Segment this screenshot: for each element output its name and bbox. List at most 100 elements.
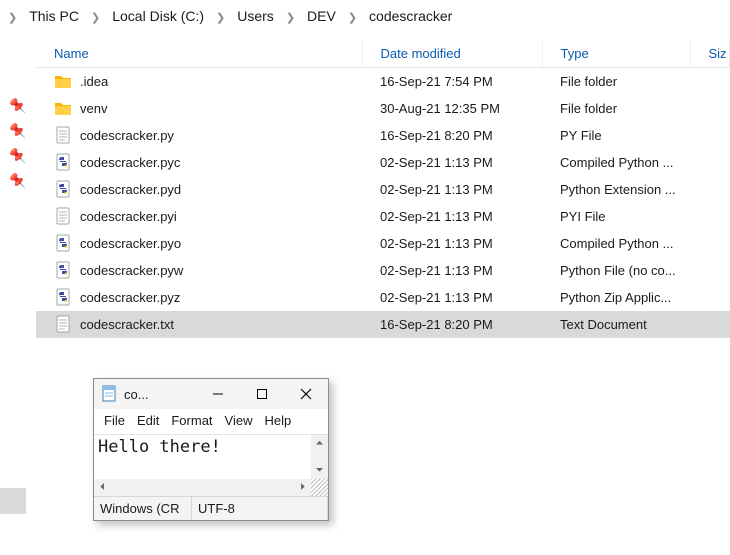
breadcrumb-item[interactable]: DEV [303, 6, 340, 26]
column-header-type[interactable]: Type [542, 40, 690, 68]
pin-icon: 📌 [10, 153, 27, 165]
file-row[interactable]: .idea16-Sep-21 7:54 PMFile folder [36, 68, 730, 95]
column-header-size[interactable]: Siz [690, 40, 730, 68]
file-date: 02-Sep-21 1:13 PM [362, 149, 542, 176]
chevron-right-icon: ❯ [282, 11, 299, 24]
py-icon [54, 261, 72, 279]
file-type: Compiled Python ... [542, 149, 690, 176]
file-type: Python File (no co... [542, 257, 690, 284]
menu-edit[interactable]: Edit [133, 411, 163, 430]
breadcrumb-item[interactable]: Local Disk (C:) [108, 6, 208, 26]
file-name: codescracker.pyd [80, 182, 181, 197]
scroll-right-icon[interactable]: ⏵ [294, 479, 311, 496]
file-name: codescracker.pyw [80, 263, 183, 278]
notepad-menubar: File Edit Format View Help [94, 409, 328, 435]
close-button[interactable] [284, 379, 328, 409]
quick-access-strip: 📌 📌 📌 📌 [0, 92, 36, 200]
file-date: 16-Sep-21 8:20 PM [362, 311, 542, 338]
file-name: codescracker.pyc [80, 155, 180, 170]
file-row[interactable]: venv 30-Aug-21 12:35 PMFile folder [36, 95, 730, 122]
folder-icon [54, 99, 72, 117]
scrollbar-horizontal[interactable]: ⏴ ⏵ [94, 479, 311, 496]
file-size [690, 230, 730, 257]
file-size [690, 203, 730, 230]
doc-icon [54, 207, 72, 225]
file-date: 02-Sep-21 1:13 PM [362, 257, 542, 284]
file-row[interactable]: codescracker.py16-Sep-21 8:20 PMPY File [36, 122, 730, 149]
sort-caret-icon: ⌃ [195, 40, 203, 47]
file-date: 02-Sep-21 1:13 PM [362, 203, 542, 230]
file-size [690, 311, 730, 338]
scroll-down-icon[interactable]: ⏷ [311, 462, 328, 479]
chevron-right-icon: ❯ [344, 11, 361, 24]
scroll-up-icon[interactable]: ⏶ [311, 435, 328, 452]
file-type: PYI File [542, 203, 690, 230]
pin-icon: 📌 [10, 103, 27, 115]
breadcrumb-item[interactable]: Users [233, 6, 278, 26]
file-name: codescracker.pyo [80, 236, 181, 251]
scroll-left-icon[interactable]: ⏴ [94, 479, 111, 496]
py-icon [54, 288, 72, 306]
menu-view[interactable]: View [221, 411, 257, 430]
pin-icon: 📌 [10, 128, 27, 140]
doc-icon [54, 126, 72, 144]
file-row[interactable]: codescracker.pyd 02-Sep-21 1:13 PMPython … [36, 176, 730, 203]
file-type: Python Extension ... [542, 176, 690, 203]
notepad-icon [100, 385, 118, 403]
file-name: venv [80, 101, 107, 116]
file-type: Python Zip Applic... [542, 284, 690, 311]
file-row[interactable]: codescracker.pyc 02-Sep-21 1:13 PMCompile… [36, 149, 730, 176]
status-line-ending: Windows (CR [94, 497, 192, 520]
notepad-window[interactable]: co... File Edit Format View Help Hello t… [93, 378, 329, 521]
maximize-button[interactable] [240, 379, 284, 409]
file-date: 16-Sep-21 8:20 PM [362, 122, 542, 149]
file-date: 30-Aug-21 12:35 PM [362, 95, 542, 122]
file-size [690, 68, 730, 95]
minimize-button[interactable] [196, 379, 240, 409]
file-row[interactable]: codescracker.pyo 02-Sep-21 1:13 PMCompile… [36, 230, 730, 257]
file-type: File folder [542, 95, 690, 122]
file-name: .idea [80, 74, 108, 89]
menu-file[interactable]: File [100, 411, 129, 430]
column-header-name[interactable]: ⌃Name [36, 40, 362, 68]
column-header-row: ⌃Name Date modified Type Siz [36, 40, 730, 68]
py-icon [54, 180, 72, 198]
nav-selected-stub [0, 488, 26, 514]
file-date: 16-Sep-21 7:54 PM [362, 68, 542, 95]
chevron-right-icon: ❯ [212, 11, 229, 24]
notepad-statusbar: Windows (CR UTF-8 [94, 496, 328, 520]
doc-icon [54, 315, 72, 333]
file-row[interactable]: codescracker.pyw 02-Sep-21 1:13 PMPython … [36, 257, 730, 284]
file-row[interactable]: codescracker.pyi 02-Sep-21 1:13 PMPYI Fil… [36, 203, 730, 230]
notepad-titlebar[interactable]: co... [94, 379, 328, 409]
menu-format[interactable]: Format [167, 411, 216, 430]
file-date: 02-Sep-21 1:13 PM [362, 176, 542, 203]
py-icon [54, 153, 72, 171]
file-table: ⌃Name Date modified Type Siz .idea 16-Sep… [36, 40, 730, 338]
file-name: codescracker.pyi [80, 209, 177, 224]
file-date: 02-Sep-21 1:13 PM [362, 230, 542, 257]
file-row[interactable]: codescracker.txt 16-Sep-21 8:20 PMText Do… [36, 311, 730, 338]
file-type: Text Document [542, 311, 690, 338]
status-encoding: UTF-8 [192, 497, 328, 520]
breadcrumb-item[interactable]: This PC [25, 6, 83, 26]
column-header-date[interactable]: Date modified [362, 40, 542, 68]
file-size [690, 257, 730, 284]
file-size [690, 284, 730, 311]
file-size [690, 176, 730, 203]
file-name: codescracker.pyz [80, 290, 180, 305]
file-list-area: ⌃Name Date modified Type Siz .idea 16-Sep… [36, 40, 730, 338]
menu-help[interactable]: Help [260, 411, 295, 430]
file-name: codescracker.py [80, 128, 174, 143]
notepad-text-area[interactable]: Hello there! [94, 435, 328, 479]
file-name: codescracker.txt [80, 317, 174, 332]
py-icon [54, 234, 72, 252]
notepad-title: co... [124, 387, 149, 402]
file-row[interactable]: codescracker.pyz02-Sep-21 1:13 PMPython … [36, 284, 730, 311]
file-size [690, 95, 730, 122]
file-type: Compiled Python ... [542, 230, 690, 257]
folder-icon [54, 72, 72, 90]
breadcrumb-item[interactable]: codescracker [365, 6, 456, 26]
chevron-right-icon: ❯ [4, 11, 21, 24]
scrollbar-vertical[interactable]: ⏶ ⏷ [311, 435, 328, 479]
